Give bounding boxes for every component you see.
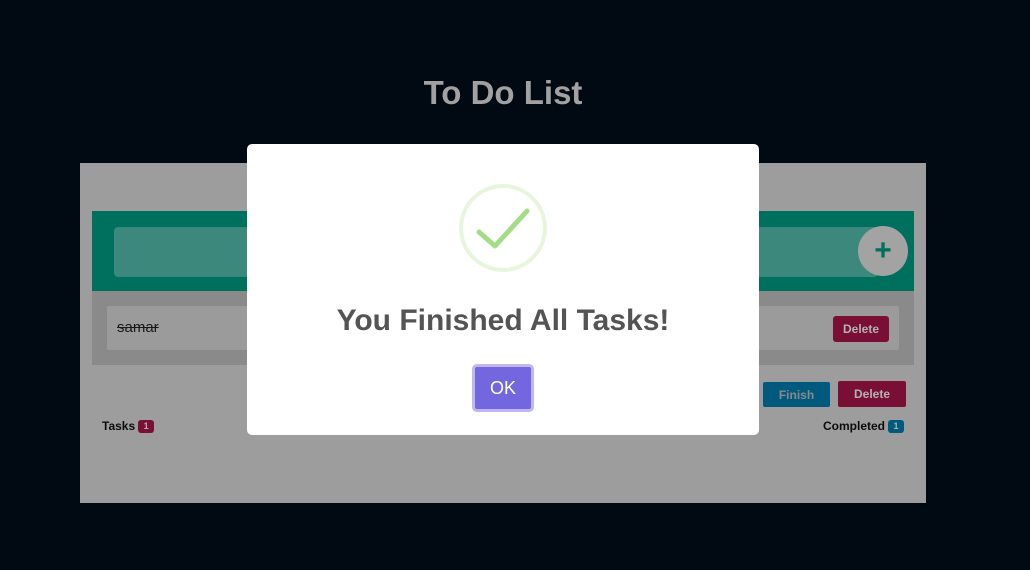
tasks-stat-label: Tasks — [102, 419, 136, 433]
delete-all-button[interactable]: Delete — [838, 381, 906, 407]
finish-all-button[interactable]: Finish — [763, 382, 830, 407]
success-check-icon — [459, 184, 547, 272]
page-title: To Do List — [423, 74, 583, 111]
completed-count-badge: 1 — [888, 420, 904, 434]
add-task-button[interactable]: + — [858, 226, 908, 276]
completed-stat-label: Completed — [822, 419, 885, 433]
tasks-count-badge: 1 — [138, 420, 155, 434]
completed-stat: Completed 1 — [822, 419, 904, 434]
page: To Do List + samar Delete Finish Delete … — [0, 0, 1030, 570]
success-modal: You Finished All Tasks! OK — [247, 144, 759, 435]
task-delete-button[interactable]: Delete — [833, 316, 889, 342]
tasks-stat: Tasks 1 — [102, 419, 155, 434]
modal-title: You Finished All Tasks! — [336, 304, 670, 337]
ok-button[interactable]: OK — [472, 364, 534, 412]
task-name: samar — [117, 319, 159, 336]
